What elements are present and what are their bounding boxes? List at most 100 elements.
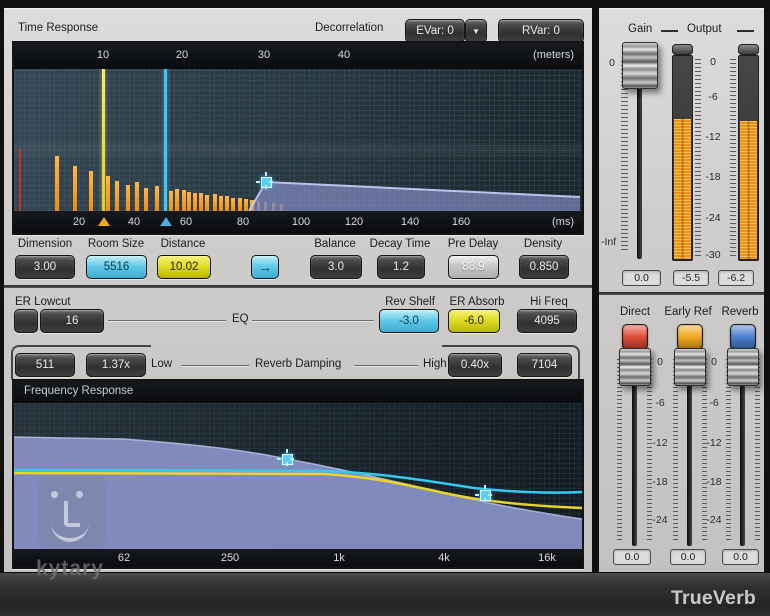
meters-tick-label: 20 <box>176 49 188 61</box>
ms-tick-label: 20 <box>73 216 85 228</box>
freq-title-strip: Frequency Response <box>14 381 582 403</box>
damping-high-freq-button[interactable]: 7104 <box>517 353 572 377</box>
early-ref-label: Early Ref <box>664 306 711 318</box>
evar-dropdown-icon[interactable]: ▼ <box>465 19 487 43</box>
output-left-meter <box>672 55 693 261</box>
rev-shelf-value-button[interactable]: -3.0 <box>379 309 439 333</box>
eq-line-right <box>252 320 374 321</box>
er-lowcut-toggle-button[interactable] <box>14 309 38 333</box>
ms-tick-label: 160 <box>452 216 470 228</box>
damping-high-ratio-button[interactable]: 0.40x <box>448 353 502 377</box>
rev-shelf-label: Rev Shelf <box>385 296 435 308</box>
dimension-value-button[interactable]: 3.00 <box>15 255 75 279</box>
hi-freq-value-button[interactable]: 4095 <box>517 309 577 333</box>
damping-title: Reverb Damping <box>255 358 341 370</box>
freq-tick-label: 62 <box>118 552 130 564</box>
mixer-scale-label: -6 <box>709 397 718 409</box>
direct-value-box[interactable]: 0.0 <box>613 549 651 565</box>
balance-label: Balance <box>314 238 356 250</box>
early-ref-mute-button[interactable] <box>677 324 703 350</box>
evar-button[interactable]: EVar: 0 <box>405 19 465 43</box>
early-ref-value-box[interactable]: 0.0 <box>670 549 706 565</box>
right-section-divider <box>599 292 764 295</box>
mixer-tick-strip <box>726 359 731 541</box>
output-scale-label: -30 <box>705 249 720 261</box>
watermark-text: kytary <box>36 557 104 581</box>
distance-label: Distance <box>161 238 206 250</box>
mixer-scale-label: -18 <box>706 476 721 488</box>
plugin-brand: TrueVerb <box>671 587 756 610</box>
mixer-tick-strip <box>647 359 652 541</box>
frequency-response-graph: Frequency Response 62 250 1k <box>12 379 584 569</box>
master-panel: Gain Output 0 -Inf 0.0 0 -6 -12 -18 -24 … <box>599 8 764 573</box>
output-tick-strip-right <box>730 59 736 259</box>
eq-line-left <box>108 320 226 321</box>
damping-high-label: High <box>423 358 447 370</box>
mixer-scale-label: -24 <box>706 514 721 526</box>
main-panel: Time Response Decorrelation EVar: 0 ▼ RV… <box>4 8 592 573</box>
early-ref-fader-knob[interactable] <box>674 348 706 386</box>
er-absorb-value-button[interactable]: -6.0 <box>448 309 500 333</box>
hi-freq-label: Hi Freq <box>530 296 568 308</box>
output-scale-label: -18 <box>705 171 720 183</box>
gain-inf-label: -Inf <box>601 236 616 248</box>
mixer-scale-label: -12 <box>706 437 721 449</box>
reverb-mute-button[interactable] <box>730 324 756 350</box>
distance-value-button[interactable]: 10.02 <box>157 255 211 279</box>
er-lowcut-value-button[interactable]: 16 <box>40 309 104 333</box>
meters-tick-label: 10 <box>97 49 109 61</box>
damping-low-freq-button[interactable]: 511 <box>15 353 75 377</box>
mixer-tick-strip <box>755 359 760 541</box>
dimension-label: Dimension <box>18 238 72 250</box>
hi-freq-handle[interactable] <box>480 490 491 501</box>
gain-label: Gain <box>628 23 652 35</box>
mixer-scale-label: 0 <box>657 356 663 368</box>
frequency-response-plot <box>14 403 582 549</box>
output-left-value-box[interactable]: -5.5 <box>673 270 709 286</box>
mixer-tick-strip <box>617 359 622 541</box>
er-absorb-label: ER Absorb <box>450 296 505 308</box>
output-left-clip-led[interactable] <box>672 44 693 55</box>
room-size-marker-triangle[interactable] <box>160 217 172 226</box>
output-right-meter-fill <box>740 121 757 259</box>
output-right-clip-led[interactable] <box>738 44 759 55</box>
bottom-bar: TrueVerb <box>0 572 770 616</box>
density-value-button[interactable]: 0.850 <box>519 255 569 279</box>
direct-fader-knob[interactable] <box>619 348 651 386</box>
room-size-value-button[interactable]: 5516 <box>86 255 147 279</box>
time-response-graph: 10 20 30 40 (meters) 20 40 60 <box>12 41 584 235</box>
gain-value-box[interactable]: 0.0 <box>622 270 661 286</box>
ms-unit-label: (ms) <box>552 216 574 228</box>
freq-tick-label: 4k <box>438 552 450 564</box>
rev-shelf-handle[interactable] <box>282 454 293 465</box>
mixer-scale-label: -24 <box>652 514 667 526</box>
meters-unit-label: (meters) <box>533 49 574 61</box>
frequency-response-title: Frequency Response <box>24 385 133 397</box>
gain-fader-knob[interactable] <box>622 42 658 89</box>
freq-tick-label: 16k <box>538 552 556 564</box>
watermark-logo <box>38 477 106 547</box>
output-tick-strip-left <box>695 59 701 259</box>
room-size-label: Room Size <box>88 238 144 250</box>
er-lowcut-label: ER Lowcut <box>15 296 71 308</box>
gain-zero-label: 0 <box>609 57 615 69</box>
distance-marker-triangle[interactable] <box>98 217 110 226</box>
pre-delay-value-button[interactable]: 88.9 <box>448 255 499 279</box>
decay-time-value-button[interactable]: 1.2 <box>377 255 425 279</box>
output-right-value-box[interactable]: -6.2 <box>718 270 754 286</box>
direct-mute-button[interactable] <box>622 324 648 350</box>
reverb-fader-knob[interactable] <box>727 348 759 386</box>
section-divider <box>4 285 592 288</box>
link-arrow-button[interactable]: → <box>251 255 279 279</box>
predelay-handle[interactable] <box>261 177 272 188</box>
output-scale-label: -6 <box>708 91 717 103</box>
damping-low-label: Low <box>151 358 172 370</box>
output-dash-left <box>661 30 678 32</box>
damping-line-left <box>181 365 249 366</box>
damping-low-ratio-button[interactable]: 1.37x <box>86 353 146 377</box>
reverb-value-box[interactable]: 0.0 <box>722 549 759 565</box>
balance-value-button[interactable]: 3.0 <box>310 255 362 279</box>
rvar-button[interactable]: RVar: 0 <box>498 19 584 43</box>
mixer-scale-label: 0 <box>711 356 717 368</box>
meters-tick-label: 40 <box>338 49 350 61</box>
